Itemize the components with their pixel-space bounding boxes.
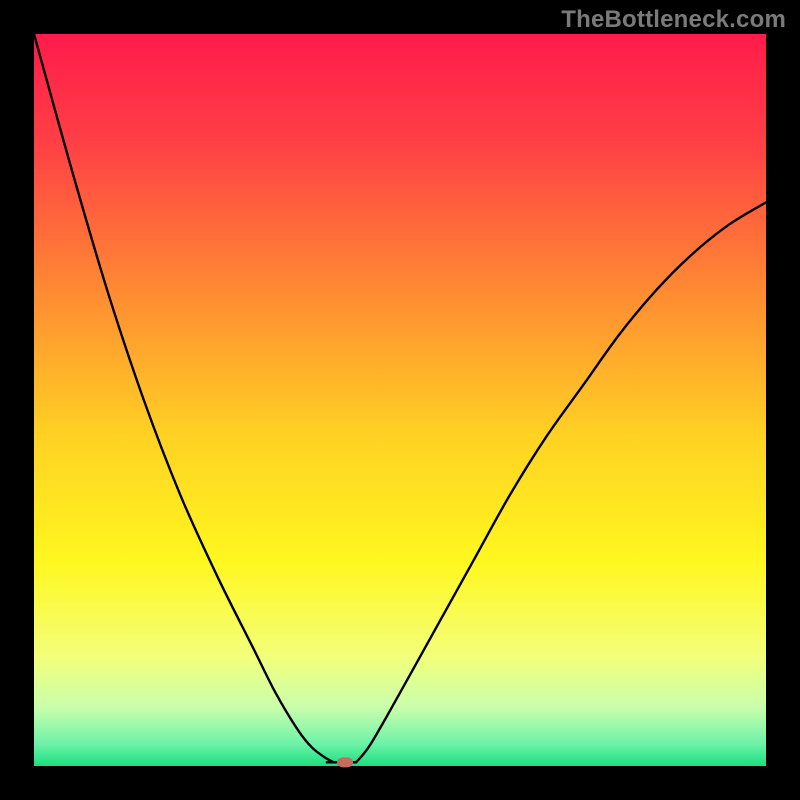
bottleneck-marker bbox=[337, 757, 353, 767]
chart-svg bbox=[0, 0, 800, 800]
chart-frame: TheBottleneck.com bbox=[0, 0, 800, 800]
watermark-label: TheBottleneck.com bbox=[561, 6, 786, 34]
